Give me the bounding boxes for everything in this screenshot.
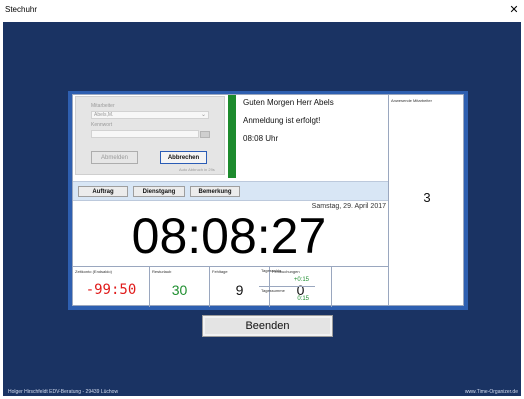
- fehltage-label: Fehltage: [212, 269, 228, 274]
- footer-website[interactable]: www.Time-Organizer.de: [465, 389, 518, 395]
- footer-company: Holger Hirschfeldt EDV-Beratung - 29439 …: [8, 389, 119, 395]
- stats-row: Zeitkonto (Endsaldo) -99:50 Resturlaub 3…: [73, 266, 388, 307]
- auftrag-button[interactable]: Auftrag: [78, 186, 128, 197]
- tagessumme-value: 0:15: [297, 296, 309, 302]
- employee-select-value: Abels,M.: [94, 112, 114, 118]
- present-employees-title: Anwesende Mitarbeiter: [391, 98, 432, 103]
- status-indicator: [228, 95, 236, 178]
- resturlaub-value: 30: [171, 282, 188, 298]
- tages-divider: [259, 286, 315, 287]
- window-title: Stechuhr: [5, 5, 38, 14]
- divider: [388, 95, 389, 306]
- employee-select[interactable]: Abels,M. ⌄: [91, 111, 209, 119]
- greeting-text: Guten Morgen Herr Abels: [243, 98, 334, 107]
- password-label: Kennwort: [91, 122, 113, 128]
- exit-button[interactable]: Beenden: [202, 315, 333, 337]
- zeitkonto-value: -99:50: [85, 282, 137, 298]
- tagessaldo-value: +0:15: [293, 277, 309, 283]
- dienstgang-button[interactable]: Dienstgang: [133, 186, 185, 197]
- present-employees-count: 3: [423, 190, 431, 205]
- resturlaub-cell: Resturlaub 30: [150, 267, 210, 307]
- tagessaldo-label: Tagessaldo: [261, 268, 282, 273]
- employee-label: Mitarbeiter: [91, 103, 115, 109]
- auto-cancel-text: Auto Abbruch in 29s: [179, 167, 215, 172]
- bemerkung-button[interactable]: Bemerkung: [190, 186, 240, 197]
- keyboard-button[interactable]: [200, 131, 210, 138]
- login-time-text: 08:08 Uhr: [243, 134, 279, 143]
- tages-cell: Tagessaldo +0:15 Tagessumme 0:15: [259, 266, 315, 306]
- close-icon[interactable]: ✕: [507, 3, 521, 17]
- logout-button[interactable]: Abmelden: [91, 151, 138, 164]
- status-text: Anmeldung ist erfolgt!: [243, 116, 321, 125]
- password-input[interactable]: [91, 130, 199, 138]
- zeitkonto-cell: Zeitkonto (Endsaldo) -99:50: [73, 267, 150, 307]
- zeitkonto-label: Zeitkonto (Endsaldo): [75, 269, 112, 274]
- login-box: Mitarbeiter Abels,M. ⌄ Kennwort Abmelden…: [75, 96, 225, 175]
- clock: 08:08:27: [131, 208, 327, 264]
- title-bar: Stechuhr ✕: [0, 0, 524, 22]
- tagessumme-label: Tagessumme: [261, 288, 285, 293]
- resturlaub-label: Resturlaub: [152, 269, 172, 274]
- cancel-button[interactable]: Abbrechen: [160, 151, 207, 164]
- chevron-down-icon: ⌄: [200, 112, 206, 118]
